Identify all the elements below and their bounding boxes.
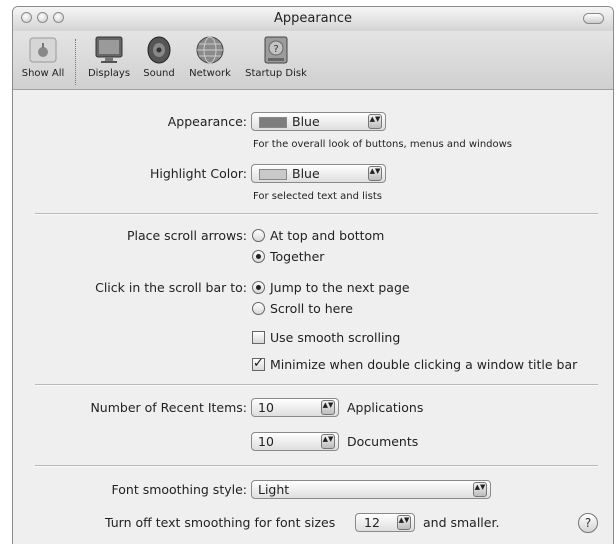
globe-icon	[196, 36, 224, 64]
recent-applications-value: 10	[258, 400, 274, 415]
font-smoothing-value: Light	[258, 482, 290, 497]
displays-label: Displays	[87, 68, 131, 79]
minimize-double-click-checkbox[interactable]: ✓	[252, 357, 265, 371]
popup-arrows-icon: ▲▼	[321, 400, 335, 415]
network-label: Network	[189, 68, 231, 79]
smoothing-font-size-value: 12	[364, 515, 380, 530]
popup-arrows-icon: ▲▼	[368, 114, 382, 129]
speaker-icon	[147, 36, 171, 64]
toolbar-item-network[interactable]: Network	[183, 35, 237, 79]
recent-items-label: Number of Recent Items:	[90, 400, 247, 415]
toolbar-item-sound[interactable]: Sound	[139, 35, 179, 79]
highlight-color-label: Highlight Color:	[149, 166, 247, 181]
minimize-double-click-label[interactable]: Minimize when double clicking a window t…	[270, 357, 577, 372]
turn-off-smoothing-label: Turn off text smoothing for font sizes	[105, 515, 336, 530]
radio-together-label[interactable]: Together	[270, 249, 324, 264]
popup-arrows-icon: ▲▼	[368, 166, 382, 181]
recent-documents-value: 10	[258, 434, 274, 449]
preferences-content: Appearance: Blue ▲▼ For the overall look…	[13, 90, 613, 544]
radio-together[interactable]	[252, 250, 265, 263]
appearance-popup[interactable]: Blue ▲▼	[251, 112, 386, 131]
section-divider	[35, 465, 598, 467]
appearance-color-swatch	[259, 117, 287, 128]
highlight-color-popup[interactable]: Blue ▲▼	[251, 164, 386, 183]
popup-arrows-icon: ▲▼	[473, 482, 487, 497]
scroll-arrows-label: Place scroll arrows:	[126, 228, 247, 243]
radio-at-top-and-bottom[interactable]	[252, 229, 265, 242]
svg-text:?: ?	[273, 44, 278, 55]
show-all-label: Show All	[21, 68, 65, 79]
appearance-hint: For the overall look of buttons, menus a…	[253, 139, 513, 150]
display-icon	[95, 36, 123, 63]
smoothing-font-size-popup[interactable]: 12 ▲▼	[355, 513, 415, 532]
show-all-button[interactable]: Show All	[17, 35, 69, 79]
appearance-label: Appearance:	[167, 114, 247, 129]
recent-applications-label: Applications	[347, 400, 424, 415]
help-button[interactable]: ?	[578, 513, 598, 533]
toolbar-separator	[75, 39, 76, 85]
smooth-scrolling-checkbox[interactable]	[252, 331, 265, 344]
apple-icon	[29, 37, 57, 63]
smooth-scrolling-label[interactable]: Use smooth scrolling	[270, 330, 400, 345]
sound-label: Sound	[143, 68, 175, 79]
window-title: Appearance	[273, 11, 353, 26]
radio-scroll-to-here-label[interactable]: Scroll to here	[270, 301, 353, 316]
toolbar-toggle-button[interactable]	[583, 13, 604, 24]
popup-arrows-icon: ▲▼	[397, 515, 411, 530]
highlight-color-swatch	[259, 169, 287, 180]
font-smoothing-label: Font smoothing style:	[111, 482, 248, 497]
startup-disk-label: Startup Disk	[245, 68, 307, 79]
recent-documents-label: Documents	[347, 434, 419, 449]
radio-jump-to-next-page[interactable]	[252, 281, 265, 294]
popup-arrows-icon: ▲▼	[321, 434, 335, 449]
section-divider	[35, 384, 598, 386]
radio-jump-to-next-page-label[interactable]: Jump to the next page	[270, 280, 410, 295]
toolbar: Show All Displays Sound Network ? Startu…	[13, 31, 613, 90]
toolbar-item-displays[interactable]: Displays	[83, 35, 135, 79]
appearance-value: Blue	[292, 114, 320, 129]
recent-documents-popup[interactable]: 10 ▲▼	[251, 432, 339, 451]
highlight-color-hint: For selected text and lists	[253, 191, 382, 202]
section-divider	[35, 213, 598, 215]
radio-scroll-to-here[interactable]	[252, 302, 265, 315]
hard-disk-icon: ?	[264, 36, 288, 64]
recent-applications-popup[interactable]: 10 ▲▼	[251, 398, 339, 417]
title-bar[interactable]: Appearance	[13, 7, 613, 31]
font-smoothing-popup[interactable]: Light ▲▼	[251, 480, 491, 499]
and-smaller-label: and smaller.	[423, 515, 500, 530]
radio-at-top-and-bottom-label[interactable]: At top and bottom	[270, 228, 384, 243]
toolbar-item-startup-disk[interactable]: ? Startup Disk	[241, 35, 311, 79]
highlight-color-value: Blue	[292, 166, 320, 181]
scroll-bar-click-label: Click in the scroll bar to:	[95, 280, 247, 295]
preferences-window: Appearance Show All Displays Sound Netwo…	[12, 6, 614, 544]
